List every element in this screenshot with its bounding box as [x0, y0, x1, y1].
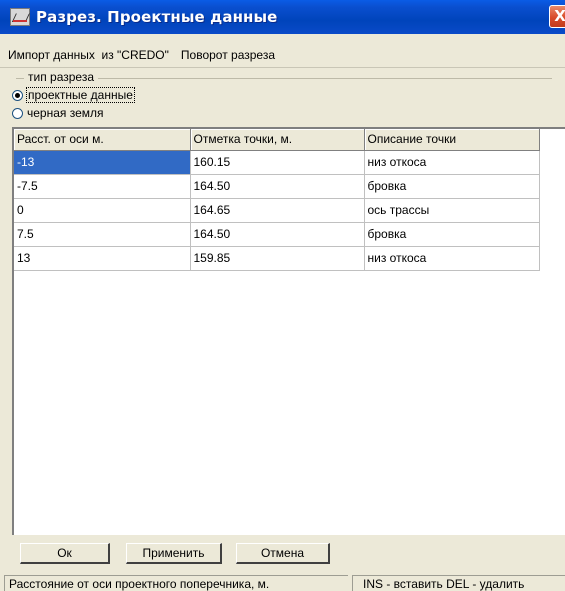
radio-label-black-earth: черная земля: [27, 106, 104, 120]
data-table: Расст. от оси м. Отметка точки, м. Описа…: [14, 129, 540, 271]
table-row: -13 160.15 низ откоса: [14, 150, 540, 175]
section-type-legend: тип разреза: [24, 70, 99, 84]
table-cell[interactable]: 13: [14, 246, 191, 271]
table-header-row: Расст. от оси м. Отметка точки, м. Описа…: [14, 129, 540, 151]
table-row: 7.5 164.50 бровка: [14, 222, 540, 247]
table-cell[interactable]: -13: [14, 150, 191, 175]
table-row: 0 164.65 ось трассы: [14, 198, 540, 223]
radio-label-design-data: проектные данные: [26, 87, 135, 103]
table-cell[interactable]: низ откоса: [364, 150, 540, 175]
app-icon: [10, 8, 30, 26]
column-header-elevation[interactable]: Отметка точки, м.: [190, 129, 365, 151]
status-hint-text: Расстояние от оси проектного поперечника…: [4, 575, 348, 591]
table-cell[interactable]: бровка: [364, 222, 540, 247]
menu-rotate-section[interactable]: Поворот разреза: [175, 48, 281, 62]
apply-button[interactable]: Применить: [126, 543, 222, 564]
dialog-window: Разрез. Проектные данные X Импорт данных…: [0, 0, 565, 591]
data-grid[interactable]: Расст. от оси м. Отметка точки, м. Описа…: [12, 127, 565, 535]
status-keys-text: INS - вставить DEL - удалить: [352, 575, 565, 591]
cancel-button[interactable]: Отмена: [236, 543, 330, 564]
window-title: Разрез. Проектные данные: [36, 8, 278, 26]
table-cell[interactable]: 160.15: [190, 150, 365, 175]
column-header-distance[interactable]: Расст. от оси м.: [14, 129, 191, 151]
column-header-description[interactable]: Описание точки: [364, 129, 540, 151]
table-row: 13 159.85 низ откоса: [14, 246, 540, 271]
table-cell[interactable]: 0: [14, 198, 191, 223]
table-cell[interactable]: бровка: [364, 174, 540, 199]
table-cell[interactable]: 164.65: [190, 198, 365, 223]
radio-unchecked-icon[interactable]: [12, 107, 23, 119]
title-bar[interactable]: Разрез. Проектные данные X: [0, 0, 565, 34]
radio-option-black-earth[interactable]: черная земля: [12, 106, 104, 120]
table-row: -7.5 164.50 бровка: [14, 174, 540, 199]
radio-checked-icon[interactable]: [12, 89, 23, 101]
table-cell[interactable]: 164.50: [190, 174, 365, 199]
table-cell[interactable]: 7.5: [14, 222, 191, 247]
table-cell[interactable]: -7.5: [14, 174, 191, 199]
radio-option-design-data[interactable]: проектные данные: [12, 87, 135, 103]
status-bar: Расстояние от оси проектного поперечника…: [0, 573, 565, 591]
table-cell[interactable]: ось трассы: [364, 198, 540, 223]
menu-divider: [0, 67, 565, 68]
table-cell[interactable]: 164.50: [190, 222, 365, 247]
ok-button[interactable]: Ок: [20, 543, 110, 564]
menu-bar: Импорт данных из "CREDO" Поворот разреза: [0, 44, 565, 66]
table-cell[interactable]: низ откоса: [364, 246, 540, 271]
menu-import-credo[interactable]: Импорт данных из "CREDO": [0, 48, 175, 62]
table-cell[interactable]: 159.85: [190, 246, 365, 271]
close-button[interactable]: X: [549, 5, 565, 28]
